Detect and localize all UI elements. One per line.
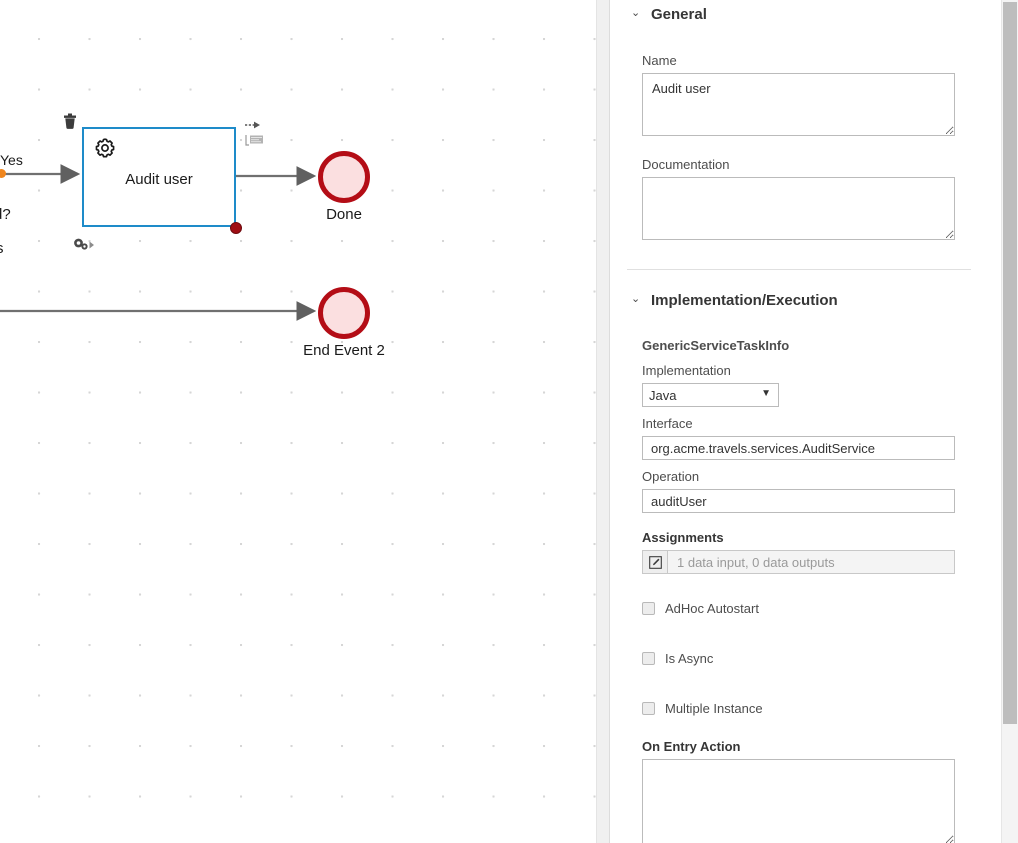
documentation-input[interactable] [642,177,955,240]
task-label: Audit user [125,171,193,188]
gear-icon [94,137,116,159]
interface-input[interactable] [642,436,955,460]
chevron-down-icon: ⌄ [631,6,641,19]
flow-label-yes: Yes [0,152,23,168]
label-fragment: s [0,240,4,257]
accordion-header-general[interactable]: ⌄ General [610,3,1018,25]
checkbox-box[interactable] [642,701,655,715]
name-label: Name [642,53,677,68]
on-entry-action-label: On Entry Action [642,739,741,754]
sequence-flow-icon[interactable] [245,117,263,129]
multiple-instance-label: Multiple Instance [665,700,763,716]
assignments-label: Assignments [642,530,724,545]
edit-pencil-icon[interactable] [643,551,668,573]
canvas-vertical-scrollbar[interactable] [596,0,610,843]
implementation-select[interactable]: Java [642,383,779,407]
assignments-field[interactable]: 1 data input, 0 data outputs [642,550,955,574]
boundary-event-icon[interactable] [245,133,265,146]
adhoc-autostart-label: AdHoc Autostart [665,600,759,616]
trash-icon[interactable] [62,113,78,130]
is-async-checkbox[interactable]: Is Async [642,649,1018,667]
operation-input[interactable] [642,489,955,513]
end-event-done[interactable] [318,151,370,203]
operation-label: Operation [642,469,700,484]
gateway-label-partial: d? [0,206,11,223]
is-async-label: Is Async [665,650,714,666]
chevron-down-icon: ⌄ [631,292,641,305]
properties-panel: ⌄ General Name Documentation ⌄ Implement… [610,0,1018,843]
checkbox-box[interactable] [642,651,655,665]
documentation-label: Documentation [642,157,730,172]
panel-vertical-scrollbar[interactable] [1001,0,1018,843]
multiple-instance-checkbox[interactable]: Multiple Instance [642,699,1018,717]
assignments-value: 1 data input, 0 data outputs [677,554,835,570]
adhoc-autostart-checkbox[interactable]: AdHoc Autostart [642,599,1018,617]
name-input[interactable] [642,73,955,136]
end-event-2-label: End Event 2 [303,342,385,359]
resize-handle[interactable] [230,222,242,234]
checkbox-box[interactable] [642,601,655,615]
accordion-header-implementation[interactable]: ⌄ Implementation/Execution [610,289,1018,311]
on-entry-action-input[interactable] [642,759,955,843]
diagram-canvas[interactable]: Yes d? s [0,0,610,843]
service-task-node[interactable]: Audit user [82,127,236,227]
accordion-title-general: General [651,5,707,23]
end-event-2[interactable] [318,287,370,339]
end-event-done-label: Done [326,206,362,223]
bpmn-editor: Yes d? s [0,0,1018,843]
interface-label: Interface [642,416,693,431]
gears-icon[interactable] [72,237,98,253]
section-divider [627,269,971,270]
accordion-title-implementation: Implementation/Execution [651,291,838,309]
implementation-label: Implementation [642,363,731,378]
generic-service-task-info-label: GenericServiceTaskInfo [642,338,790,353]
panel-scrollbar-thumb[interactable] [1003,2,1017,724]
